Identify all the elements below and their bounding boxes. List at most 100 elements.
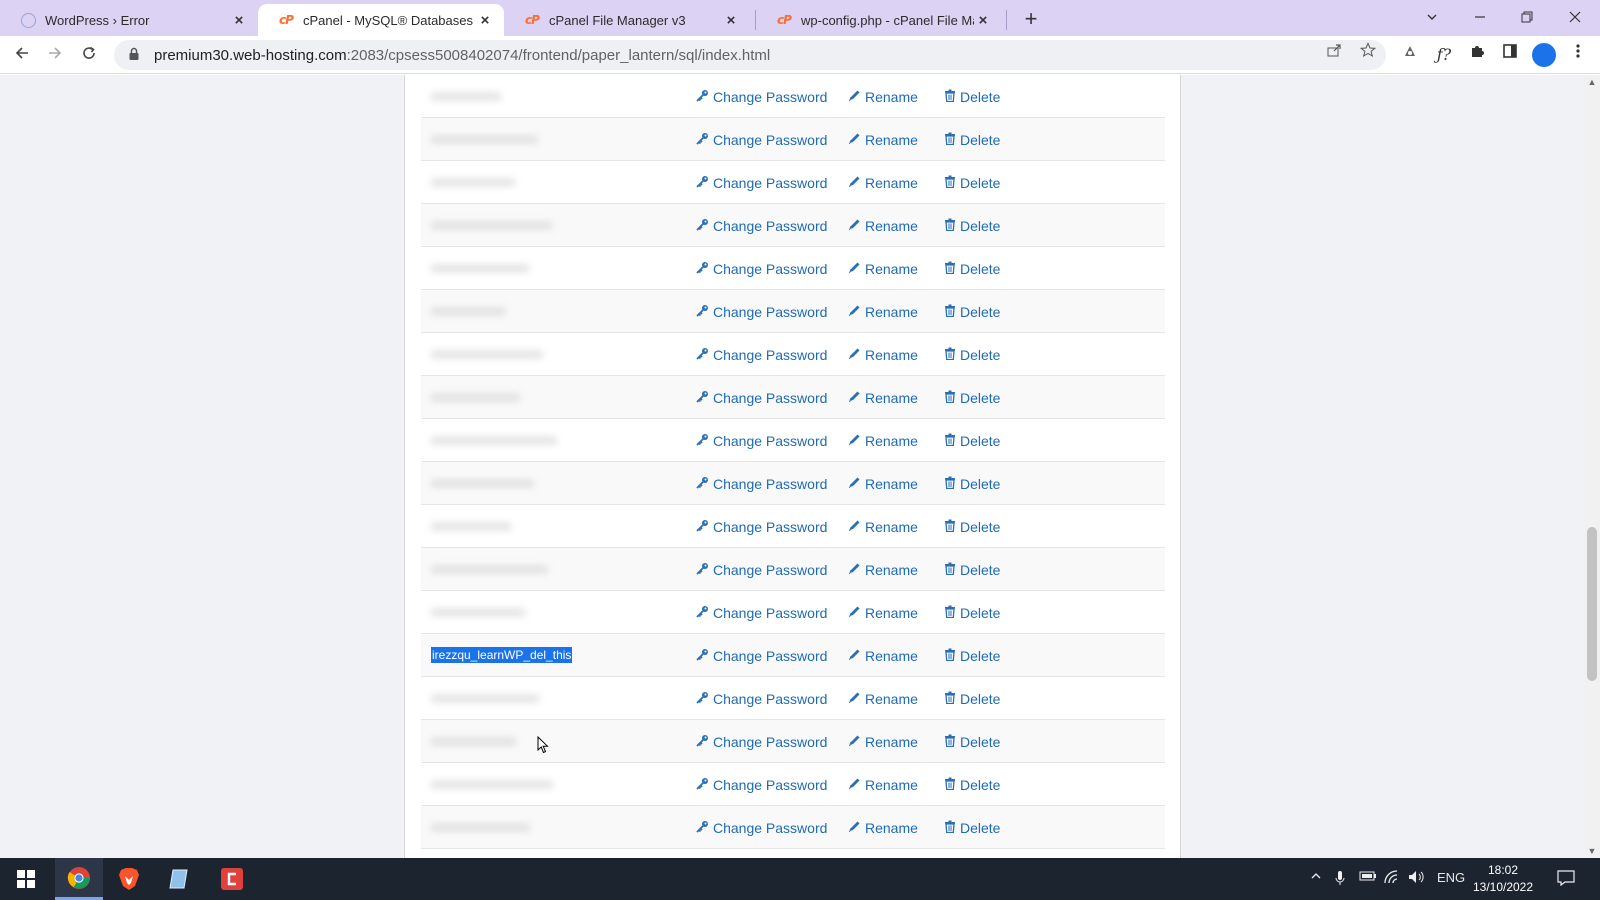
change-password-link[interactable]: Change Password [696, 132, 848, 148]
delete-link[interactable]: Delete [944, 691, 1024, 707]
tab-cpanel-mysql[interactable]: cP cPanel - MySQL® Databases × [258, 4, 504, 36]
forward-icon[interactable] [41, 41, 69, 69]
rename-link[interactable]: Rename [848, 132, 944, 148]
change-password-link[interactable]: Change Password [696, 820, 848, 836]
close-tab-icon[interactable]: × [722, 12, 740, 29]
tab-wordpress-error[interactable]: WordPress › Error × [0, 4, 258, 36]
close-window-icon[interactable] [1555, 4, 1595, 32]
rename-link[interactable]: Rename [848, 734, 944, 750]
rename-link[interactable]: Rename [848, 519, 944, 535]
input-language[interactable]: ENG [1437, 870, 1465, 885]
rename-link[interactable]: Rename [848, 476, 944, 492]
delete-link[interactable]: Delete [944, 304, 1024, 320]
rename-link[interactable]: Rename [848, 218, 944, 234]
change-password-link[interactable]: Change Password [696, 519, 848, 535]
volume-icon[interactable] [1408, 870, 1426, 887]
delete-link[interactable]: Delete [944, 476, 1024, 492]
close-tab-icon[interactable]: × [974, 12, 992, 29]
rename-link[interactable]: Rename [848, 175, 944, 191]
delete-link[interactable]: Delete [944, 433, 1024, 449]
rename-link[interactable]: Rename [848, 777, 944, 793]
minimize-icon[interactable] [1460, 4, 1500, 32]
lock-icon[interactable] [128, 47, 144, 64]
trash-icon [944, 261, 956, 277]
restore-icon[interactable] [1507, 4, 1547, 32]
close-tab-icon[interactable]: × [476, 12, 494, 29]
change-password-link[interactable]: Change Password [696, 691, 848, 707]
battery-icon[interactable] [1359, 870, 1377, 885]
pencil-icon [848, 132, 861, 148]
chrome-app-icon[interactable] [55, 858, 103, 900]
rename-link[interactable]: Rename [848, 347, 944, 363]
scroll-down-icon[interactable]: ▼ [1584, 846, 1600, 856]
camtasia-app-icon[interactable] [208, 858, 256, 900]
microphone-icon[interactable] [1335, 870, 1345, 889]
change-password-link[interactable]: Change Password [696, 304, 848, 320]
delete-link[interactable]: Delete [944, 175, 1024, 191]
back-icon[interactable] [8, 41, 36, 69]
rename-link[interactable]: Rename [848, 390, 944, 406]
rename-link[interactable]: Rename [848, 691, 944, 707]
reload-icon[interactable] [75, 41, 103, 69]
delete-link[interactable]: Delete [944, 261, 1024, 277]
change-password-link[interactable]: Change Password [696, 777, 848, 793]
notifications-icon[interactable] [1557, 870, 1575, 889]
change-password-link[interactable]: Change Password [696, 175, 848, 191]
change-password-link[interactable]: Change Password [696, 562, 848, 578]
rename-link[interactable]: Rename [848, 605, 944, 621]
change-password-link[interactable]: Change Password [696, 390, 848, 406]
rename-link[interactable]: Rename [848, 648, 944, 664]
brave-app-icon[interactable] [105, 858, 153, 900]
delete-link[interactable]: Delete [944, 820, 1024, 836]
side-panel-icon[interactable] [1498, 43, 1522, 67]
address-bar[interactable]: premium30.web-hosting.com:2083/cpsess500… [114, 40, 1386, 70]
change-password-link[interactable]: Change Password [696, 433, 848, 449]
delete-link[interactable]: Delete [944, 89, 1024, 105]
rename-link[interactable]: Rename [848, 304, 944, 320]
delete-link[interactable]: Delete [944, 347, 1024, 363]
delete-link[interactable]: Delete [944, 132, 1024, 148]
delete-link[interactable]: Delete [944, 734, 1024, 750]
change-password-link[interactable]: Change Password [696, 261, 848, 277]
change-password-link[interactable]: Change Password [696, 476, 848, 492]
tab-wp-config[interactable]: cP wp-config.php - cPanel File Mana × [756, 4, 1002, 36]
change-password-link[interactable]: Change Password [696, 89, 848, 105]
rename-link[interactable]: Rename [848, 820, 944, 836]
delete-link[interactable]: Delete [944, 519, 1024, 535]
extension-formula-icon[interactable]: ƒ? [1432, 43, 1456, 67]
change-password-link[interactable]: Change Password [696, 605, 848, 621]
delete-link[interactable]: Delete [944, 777, 1024, 793]
rename-link[interactable]: Rename [848, 562, 944, 578]
tab-search-icon[interactable] [1412, 4, 1452, 32]
profile-avatar[interactable] [1532, 43, 1556, 67]
rename-link[interactable]: Rename [848, 261, 944, 277]
rename-link[interactable]: Rename [848, 89, 944, 105]
show-hidden-icons-chevron[interactable] [1310, 870, 1322, 885]
rename-link[interactable]: Rename [848, 433, 944, 449]
close-tab-icon[interactable]: × [230, 12, 248, 29]
tab-cpanel-file-manager[interactable]: cP cPanel File Manager v3 × [504, 4, 750, 36]
new-tab-button[interactable]: + [1018, 6, 1044, 32]
scroll-up-icon[interactable]: ▲ [1584, 77, 1600, 87]
wifi-icon[interactable] [1384, 870, 1400, 887]
notepad-app-icon[interactable] [155, 858, 203, 900]
windows-start-icon[interactable] [2, 858, 50, 900]
page-scrollbar[interactable]: ▲ ▼ [1584, 75, 1600, 858]
change-password-link[interactable]: Change Password [696, 734, 848, 750]
username-cell: irezzqu_learnWP_del_this [431, 646, 611, 664]
delete-link[interactable]: Delete [944, 218, 1024, 234]
change-password-link[interactable]: Change Password [696, 218, 848, 234]
extension-brave-icon[interactable] [1398, 43, 1422, 67]
delete-link[interactable]: Delete [944, 562, 1024, 578]
delete-link[interactable]: Delete [944, 605, 1024, 621]
browser-menu-icon[interactable] [1566, 43, 1590, 67]
share-icon[interactable] [1326, 42, 1342, 62]
delete-link[interactable]: Delete [944, 648, 1024, 664]
change-password-link[interactable]: Change Password [696, 648, 848, 664]
extensions-puzzle-icon[interactable] [1465, 43, 1489, 67]
scrollbar-thumb[interactable] [1587, 527, 1597, 681]
bookmark-star-icon[interactable] [1359, 42, 1377, 62]
delete-link[interactable]: Delete [944, 390, 1024, 406]
change-password-link[interactable]: Change Password [696, 347, 848, 363]
system-clock[interactable]: 18:02 13/10/2022 [1468, 862, 1538, 896]
